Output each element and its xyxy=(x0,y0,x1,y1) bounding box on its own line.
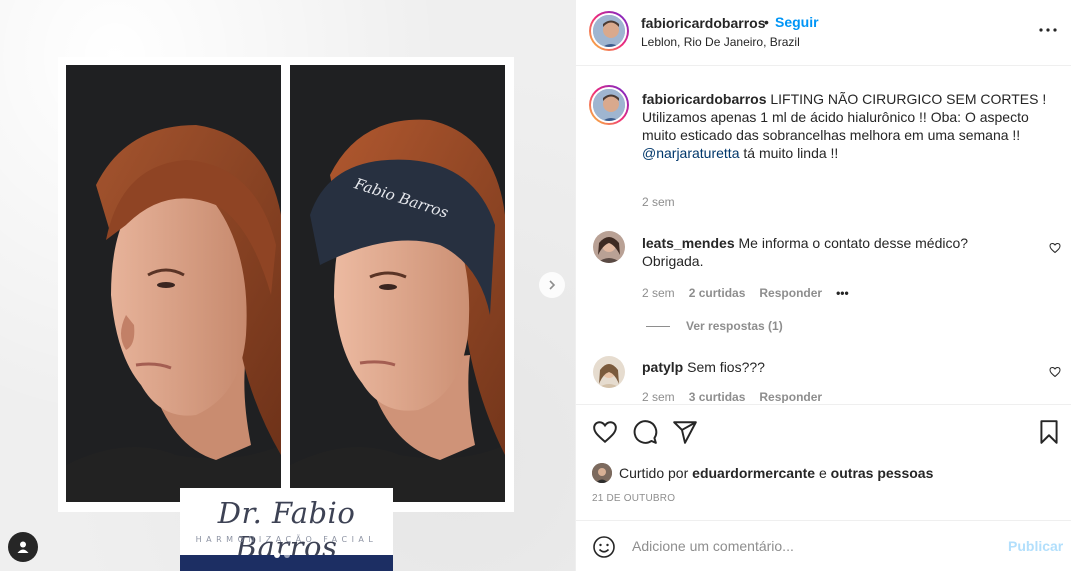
comment-avatar[interactable] xyxy=(593,231,625,263)
liked-by-others[interactable]: outras pessoas xyxy=(831,465,934,481)
post-date[interactable]: 21 DE OUTUBRO xyxy=(592,493,675,504)
view-replies-label: Ver respostas (1) xyxy=(686,319,783,333)
caption-avatar[interactable] xyxy=(589,85,629,125)
post-location[interactable]: Leblon, Rio De Janeiro, Brazil xyxy=(641,35,800,49)
caption-username[interactable]: fabioricardobarros xyxy=(642,91,766,107)
liked-by-user[interactable]: eduardormercante xyxy=(692,465,815,481)
reply-button[interactable]: Responder xyxy=(759,286,822,300)
brand-card: Dr. Fabio Barros HARMONIZAÇÃO FACIAL xyxy=(180,488,393,571)
post-caption: fabioricardobarros LIFTING NÃO CIRURGICO… xyxy=(642,90,1060,162)
comment-text: Sem fios??? xyxy=(687,359,765,375)
liker-avatar[interactable] xyxy=(592,463,612,483)
replies-line xyxy=(646,325,670,327)
post-panel: fabioricardobarros • Seguir Leblon, Rio … xyxy=(575,0,1071,571)
heart-icon[interactable] xyxy=(592,419,618,445)
author-username[interactable]: fabioricardobarros xyxy=(641,15,765,31)
carousel-dot xyxy=(284,552,290,558)
add-comment-bar: Publicar xyxy=(576,520,1071,571)
comment-icon[interactable] xyxy=(632,419,658,445)
post-media[interactable]: Fabio Barros Dr. Fabio Barros HARMONIZAÇ… xyxy=(0,0,575,571)
liked-by-suffix: e xyxy=(818,465,827,481)
send-icon[interactable] xyxy=(672,419,698,445)
bookmark-icon[interactable] xyxy=(1036,419,1062,445)
comment-heart-icon[interactable] xyxy=(1049,242,1061,254)
chevron-right-icon xyxy=(549,280,556,290)
after-photo: Fabio Barros xyxy=(290,65,505,502)
reply-button[interactable]: Responder xyxy=(759,390,822,403)
view-replies-button[interactable]: Ver respostas (1) xyxy=(646,319,783,333)
post-header: fabioricardobarros • Seguir Leblon, Rio … xyxy=(576,0,1071,66)
liked-by: Curtido por eduardormercante e outras pe… xyxy=(592,463,933,483)
carousel-dot-active xyxy=(274,552,280,558)
comment-avatar[interactable] xyxy=(593,356,625,388)
liked-by-prefix: Curtido por xyxy=(619,465,689,481)
comment-time[interactable]: 2 sem xyxy=(642,390,675,403)
emoji-icon[interactable] xyxy=(592,535,616,559)
comment-meta: 2 sem 2 curtidas Responder ••• xyxy=(642,286,849,300)
comments-section[interactable]: fabioricardobarros LIFTING NÃO CIRURGICO… xyxy=(576,67,1071,403)
comment-username[interactable]: leats_mendes xyxy=(642,235,735,251)
comment-options-button[interactable]: ••• xyxy=(836,286,849,300)
comment-meta: 2 sem 3 curtidas Responder xyxy=(642,390,822,403)
next-slide-button[interactable] xyxy=(539,272,565,298)
more-horizontal-icon[interactable] xyxy=(1036,22,1060,38)
comment-likes[interactable]: 2 curtidas xyxy=(689,286,746,300)
comment-time[interactable]: 2 sem xyxy=(642,286,675,300)
comment-likes[interactable]: 3 curtidas xyxy=(689,390,746,403)
comment-heart-icon[interactable] xyxy=(1049,366,1061,378)
brand-subtitle: HARMONIZAÇÃO FACIAL xyxy=(195,535,378,544)
comment-text-block: leats_mendes Me informa o contato desse … xyxy=(642,234,1022,270)
publish-button[interactable]: Publicar xyxy=(1008,538,1063,554)
caption-mention-text: tá muito linda !! xyxy=(739,145,839,161)
comment-text-block: patylp Sem fios??? xyxy=(642,358,1022,376)
caption-time[interactable]: 2 sem xyxy=(642,195,675,209)
header-separator: • xyxy=(764,14,769,30)
follow-button[interactable]: Seguir xyxy=(775,14,819,30)
caption-mention[interactable]: @narjaraturetta xyxy=(642,145,739,161)
user-tag-button[interactable] xyxy=(8,532,38,562)
comment-input[interactable] xyxy=(632,536,992,556)
user-tag-icon xyxy=(17,541,29,553)
comment-username[interactable]: patylp xyxy=(642,359,683,375)
author-avatar[interactable] xyxy=(589,11,629,51)
carousel-dots xyxy=(274,552,290,558)
before-photo xyxy=(66,65,281,502)
